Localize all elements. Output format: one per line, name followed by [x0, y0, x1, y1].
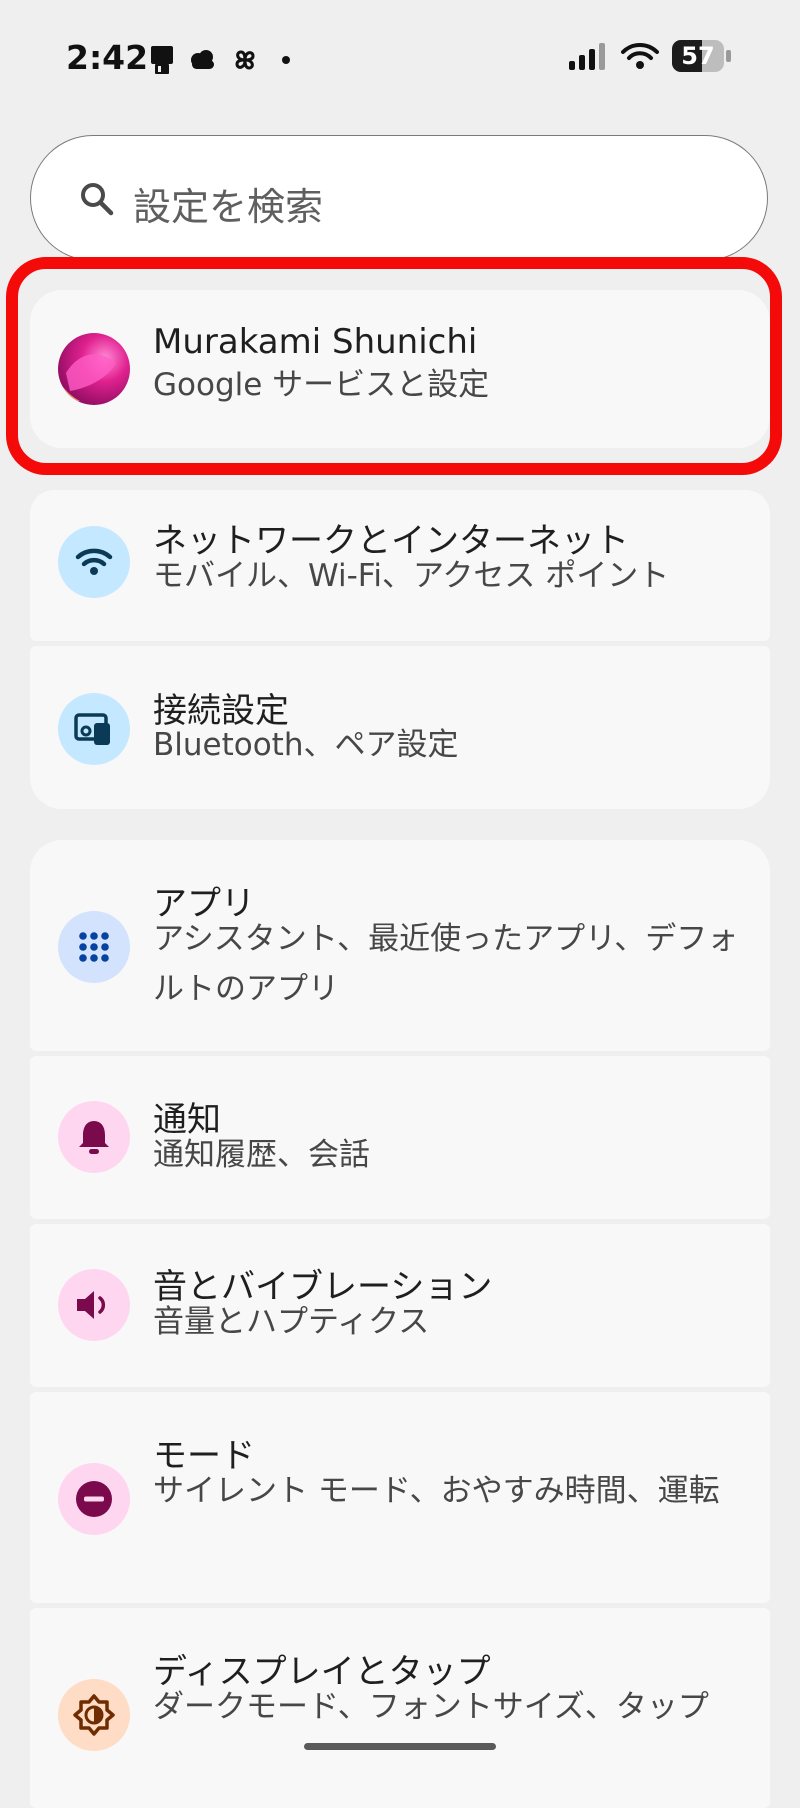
settings-item-subtitle: サイレント モード、おやすみ時間、運転: [153, 1473, 720, 1509]
search-placeholder: 設定を検索: [133, 185, 324, 229]
apps-grid-icon: [58, 911, 130, 983]
more-dot-icon: [282, 56, 290, 64]
status-time: 2:42: [66, 38, 149, 77]
settings-item-apps[interactable]: アプリ アシスタント、最近使ったアプリ、デフォルトのアプリ: [30, 840, 770, 1051]
settings-item-subtitle: 音量とハプティクス: [153, 1304, 430, 1340]
settings-item-sound[interactable]: 音とバイブレーション 音量とハプティクス: [30, 1224, 770, 1387]
phone-notification-icon: [151, 46, 173, 74]
notification-icons: [150, 42, 298, 78]
gesture-nav-handle[interactable]: [304, 1743, 496, 1750]
settings-item-modes[interactable]: モード サイレント モード、おやすみ時間、運転: [30, 1392, 770, 1603]
settings-item-notifications[interactable]: 通知 通知履歴、会話: [30, 1056, 770, 1219]
highlight-box: [6, 257, 782, 475]
do-not-disturb-icon: [58, 1463, 130, 1535]
status-bar: 2:42 57: [0, 0, 800, 120]
settings-item-subtitle: モバイル、Wi-Fi、アクセス ポイント: [153, 558, 670, 594]
settings-item-subtitle: アシスタント、最近使ったアプリ、デフォルトのアプリ: [153, 921, 739, 1007]
status-right: 57: [568, 40, 732, 72]
speaker-icon: [58, 1269, 130, 1341]
weather-cloud-icon: [191, 50, 214, 69]
settings-item-display[interactable]: ディスプレイとタップ ダークモード、フォントサイズ、タップ: [30, 1608, 770, 1808]
settings-item-subtitle: 通知履歴、会話: [153, 1137, 370, 1173]
settings-item-subtitle: Bluetooth、ペア設定: [153, 727, 459, 763]
battery-indicator: 57: [672, 40, 732, 72]
wifi-icon: [58, 526, 130, 598]
pinwheel-icon: [235, 50, 255, 70]
settings-item-subtitle: ダークモード、フォントサイズ、タップ: [153, 1689, 709, 1725]
search-settings-bar[interactable]: 設定を検索: [30, 135, 768, 261]
connected-devices-icon: [58, 693, 130, 765]
settings-item-network[interactable]: ネットワークとインターネット モバイル、Wi-Fi、アクセス ポイント: [30, 490, 770, 641]
wifi-status-icon: [621, 42, 659, 69]
settings-item-connected-devices[interactable]: 接続設定 Bluetooth、ペア設定: [30, 646, 770, 809]
search-icon: [81, 183, 114, 216]
brightness-icon: [58, 1679, 130, 1751]
battery-level: 57: [681, 42, 715, 70]
bell-icon: [58, 1101, 130, 1173]
signal-icon: [569, 43, 605, 70]
